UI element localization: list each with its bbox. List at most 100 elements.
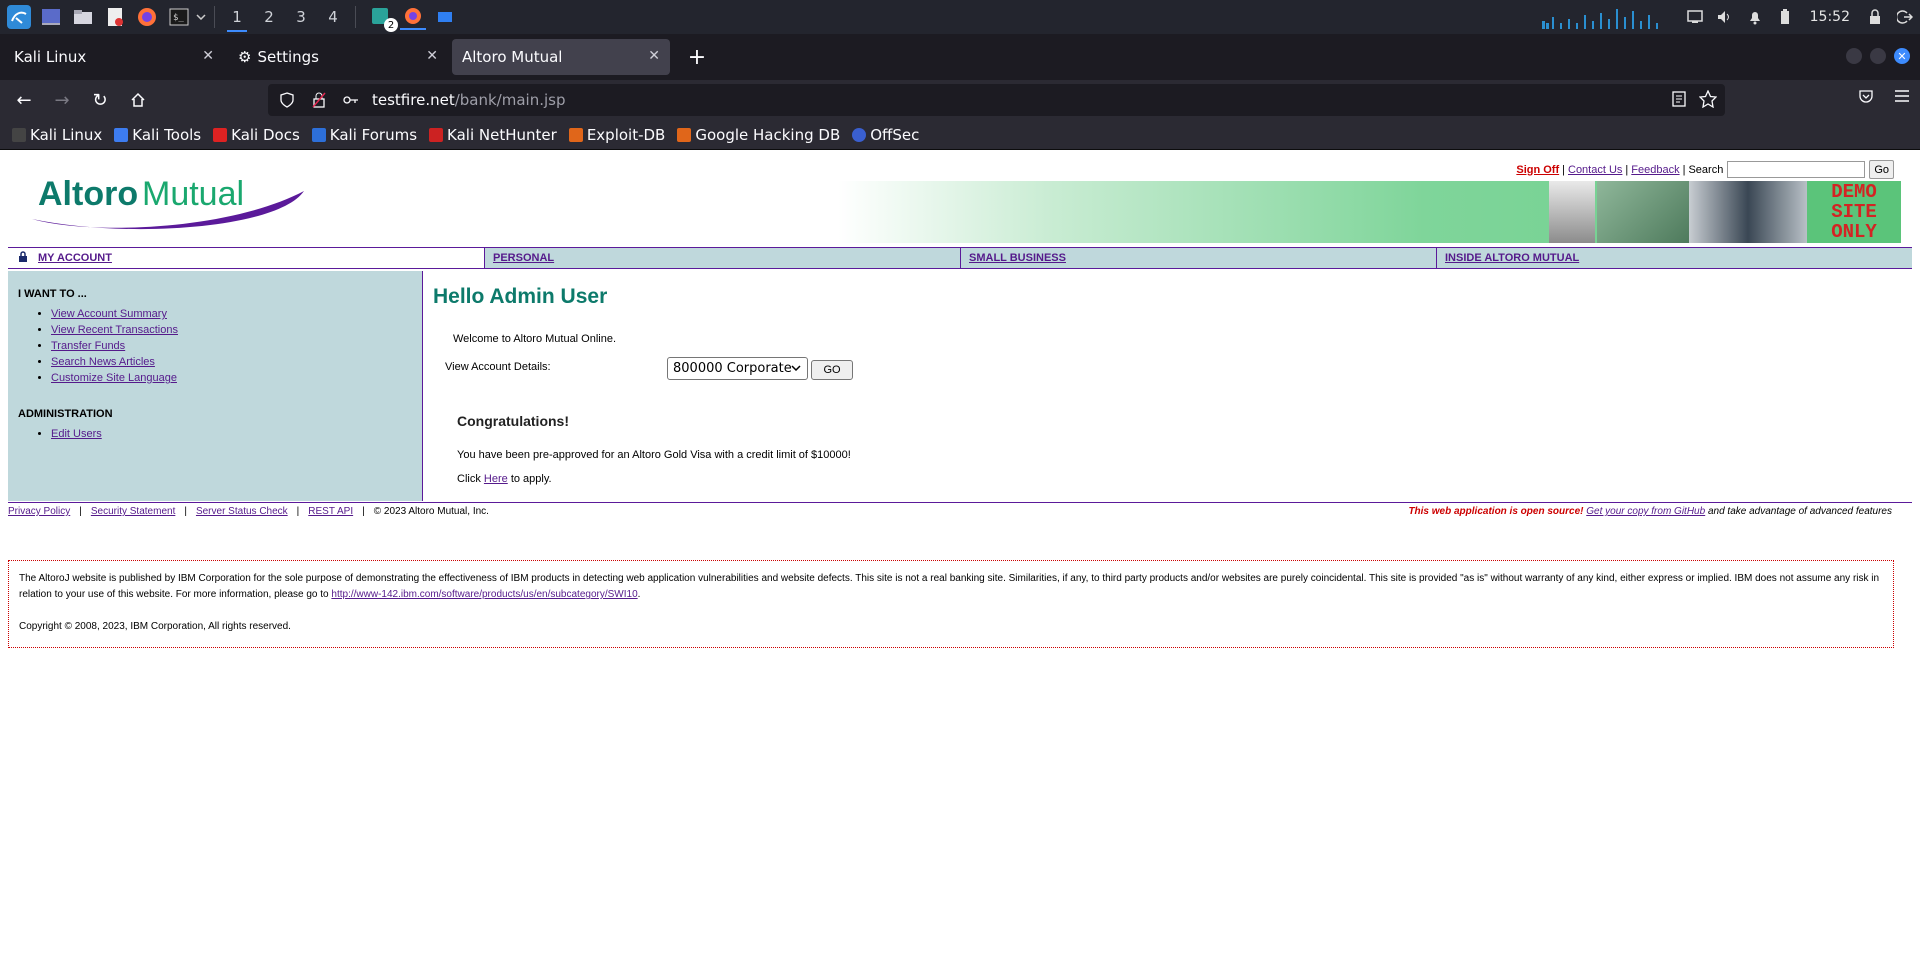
close-icon[interactable]: ✕ <box>648 48 660 64</box>
nav-small-business[interactable]: SMALL BUSINESS <box>960 248 1436 268</box>
view-account-summary-link[interactable]: View Account Summary <box>51 308 167 320</box>
nav-label[interactable]: PERSONAL <box>493 252 554 264</box>
rest-api-link[interactable]: REST API <box>308 506 353 517</box>
file-manager-icon[interactable] <box>70 4 96 30</box>
url-bar[interactable]: testfire.net/bank/main.jsp <box>268 84 1725 116</box>
disclaimer-text: The AltoroJ website is published by IBM … <box>19 573 1880 600</box>
bookmark-label: Kali Docs <box>231 125 300 144</box>
back-button[interactable]: ← <box>6 84 42 116</box>
shield-icon[interactable] <box>274 92 300 108</box>
workspace-3[interactable]: 3 <box>285 0 317 34</box>
clock[interactable]: 15:52 <box>1810 9 1850 25</box>
insecure-lock-icon[interactable] <box>306 92 332 108</box>
firefox-window-icon[interactable] <box>400 4 426 30</box>
privacy-policy-link[interactable]: Privacy Policy <box>8 506 70 517</box>
kali-menu-icon[interactable] <box>6 4 32 30</box>
terminal-icon[interactable]: $_ <box>166 4 192 30</box>
photo-hands-keyboard <box>1597 181 1689 243</box>
exploit-db-icon <box>568 127 583 142</box>
firefox-launcher-icon[interactable] <box>134 4 160 30</box>
logout-icon[interactable] <box>1890 0 1920 34</box>
account-select[interactable]: 800000 Corporate <box>667 357 808 380</box>
text-editor-icon[interactable] <box>102 4 128 30</box>
github-link[interactable]: Get your copy from GitHub <box>1586 506 1705 517</box>
notifications-bell-icon[interactable] <box>1740 0 1770 34</box>
nav-inside-altoro-mutual[interactable]: INSIDE ALTORO MUTUAL <box>1436 248 1912 268</box>
close-icon[interactable]: ✕ <box>202 48 214 64</box>
volume-icon[interactable] <box>1710 0 1740 34</box>
window-count-badge: 2 <box>384 18 398 32</box>
nav-my-account[interactable]: MY ACCOUNT <box>8 248 484 268</box>
edit-users-link[interactable]: Edit Users <box>51 428 102 440</box>
apply-here-link[interactable]: Here <box>484 473 508 485</box>
reader-view-icon[interactable] <box>1671 90 1687 112</box>
congratulations-heading: Congratulations! <box>457 413 569 429</box>
tab-kali-linux[interactable]: Kali Linux ✕ <box>4 39 224 75</box>
ibm-info-link[interactable]: http://www-142.ibm.com/software/products… <box>331 589 637 600</box>
bookmark-label: Exploit-DB <box>586 125 666 144</box>
search-input[interactable] <box>1727 161 1866 178</box>
bookmark-exploit-db[interactable]: Exploit-DB <box>568 125 666 144</box>
view-recent-transactions-link[interactable]: View Recent Transactions <box>51 324 178 336</box>
apply-text: Click Here to apply. <box>457 473 552 485</box>
bookmark-google-hacking-db[interactable]: Google Hacking DB <box>677 126 840 144</box>
nav-personal[interactable]: PERSONAL <box>484 248 960 268</box>
customize-site-language-link[interactable]: Customize Site Language <box>51 372 177 384</box>
pocket-icon[interactable] <box>1858 88 1874 108</box>
show-desktop-icon[interactable] <box>38 4 64 30</box>
close-window-button[interactable]: ✕ <box>1894 48 1910 64</box>
blue-app-window-icon[interactable] <box>432 4 458 30</box>
workspace-2[interactable]: 2 <box>253 0 285 34</box>
tab-label: Settings <box>257 48 319 66</box>
battery-icon[interactable] <box>1770 0 1800 34</box>
server-status-check-link[interactable]: Server Status Check <box>196 506 288 517</box>
display-icon[interactable] <box>1680 0 1710 34</box>
bookmark-star-icon[interactable] <box>1698 89 1718 112</box>
workspace-label: 2 <box>264 8 274 26</box>
taskbar: $_ 1 2 3 4 2 15:52 <box>0 0 1920 34</box>
maximize-button[interactable] <box>1870 48 1886 64</box>
bookmark-offsec[interactable]: OffSec <box>852 126 919 144</box>
close-icon[interactable]: ✕ <box>426 48 438 64</box>
tab-settings[interactable]: ⚙ Settings ✕ <box>228 39 448 75</box>
bookmark-kali-nethunter[interactable]: Kali NetHunter <box>429 126 557 144</box>
search-go-button[interactable]: Go <box>1869 160 1894 179</box>
nav-label[interactable]: INSIDE ALTORO MUTUAL <box>1445 252 1579 264</box>
bookmark-kali-forums[interactable]: Kali Forums <box>311 126 417 144</box>
transfer-funds-link[interactable]: Transfer Funds <box>51 340 125 352</box>
forward-button[interactable]: → <box>44 84 80 116</box>
bookmark-kali-tools[interactable]: Kali Tools <box>114 126 201 144</box>
chevron-down-icon[interactable] <box>194 4 208 30</box>
nav-label[interactable]: SMALL BUSINESS <box>969 252 1066 264</box>
key-icon[interactable] <box>338 94 364 106</box>
minimize-button[interactable] <box>1846 48 1862 64</box>
footer-copyright: © 2023 Altoro Mutual, Inc. <box>373 506 489 517</box>
banner-photos: DEMO SITE ONLY <box>1549 181 1901 243</box>
feedback-link[interactable]: Feedback <box>1631 164 1679 176</box>
nethunter-icon <box>429 127 444 142</box>
lock-screen-icon[interactable] <box>1860 0 1890 34</box>
menu-icon[interactable] <box>1894 88 1910 108</box>
new-tab-button[interactable]: + <box>682 42 712 72</box>
contact-us-link[interactable]: Contact Us <box>1568 164 1622 176</box>
separator: | <box>79 506 82 517</box>
ibm-copyright: Copyright © 2008, 2023, IBM Corporation,… <box>19 621 291 632</box>
demo-site-only-badge: DEMO SITE ONLY <box>1807 181 1901 243</box>
reload-button[interactable]: ↻ <box>82 84 118 116</box>
home-button[interactable] <box>120 84 156 116</box>
sign-off-link[interactable]: Sign Off <box>1516 164 1559 176</box>
go-button[interactable]: GO <box>811 360 853 380</box>
site-footer: Privacy Policy | Security Statement | Se… <box>8 502 1912 520</box>
demo-line: ONLY <box>1831 221 1877 243</box>
altoro-mutual-logo[interactable]: Altoro Mutual <box>28 169 308 230</box>
bookmark-kali-docs[interactable]: Kali Docs <box>213 126 300 144</box>
workspace-label: 1 <box>232 8 242 26</box>
workspace-4[interactable]: 4 <box>317 0 349 34</box>
bookmark-kali-linux[interactable]: Kali Linux <box>12 126 102 144</box>
workspace-1[interactable]: 1 <box>221 0 253 34</box>
nav-label[interactable]: MY ACCOUNT <box>38 252 112 264</box>
security-statement-link[interactable]: Security Statement <box>91 506 175 517</box>
app-window-icon[interactable]: 2 <box>368 4 398 32</box>
tab-altoro-mutual[interactable]: Altoro Mutual ✕ <box>452 39 670 75</box>
search-news-articles-link[interactable]: Search News Articles <box>51 356 155 368</box>
